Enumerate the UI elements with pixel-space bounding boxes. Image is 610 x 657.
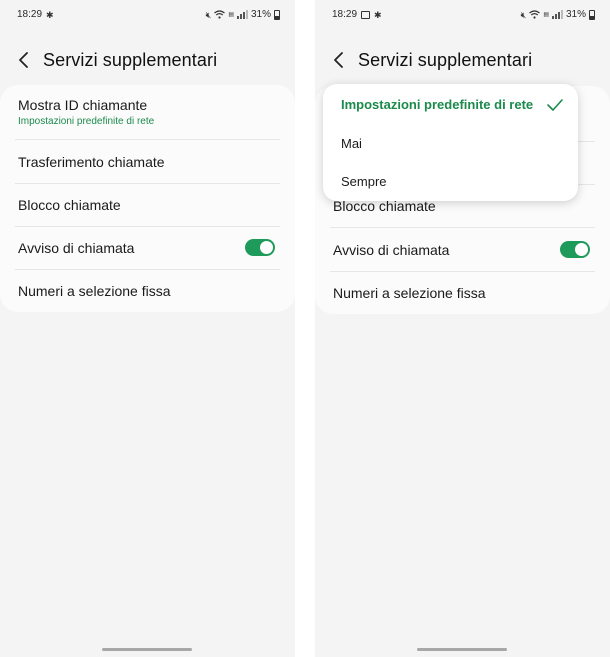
app-bar: Servizi supplementari xyxy=(0,46,295,74)
status-time: 18:29 xyxy=(17,9,43,20)
phone-screen-left: 18:29 ✱ 🔇︎ ▤ 31% Servizi supplementari M… xyxy=(0,0,295,657)
caller-id-dropdown: Impostazioni predefinite di rete Mai Sem… xyxy=(323,84,578,201)
setting-call-forwarding[interactable]: Trasferimento chiamate xyxy=(0,140,295,184)
check-icon xyxy=(547,99,563,111)
wifi-icon xyxy=(529,10,541,19)
mute-icon: 🔇︎ xyxy=(520,9,527,20)
dropdown-option-network-default[interactable]: Impostazioni predefinite di rete xyxy=(341,97,533,112)
status-bar: 18:29 ✱ 🔇︎ ▤ 31% xyxy=(315,8,610,24)
setting-call-waiting[interactable]: Avviso di chiamata xyxy=(315,228,610,271)
battery-percent: 31% xyxy=(250,9,271,20)
toggle-knob xyxy=(260,241,273,254)
volte-icon: ▤ xyxy=(543,11,549,18)
settings-card: Mostra ID chiamante Impostazioni predefi… xyxy=(0,85,295,312)
setting-label: Blocco chiamate xyxy=(18,197,121,213)
page-title: Servizi supplementari xyxy=(358,50,533,70)
setting-value: Impostazioni predefinite di rete xyxy=(18,116,155,127)
setting-caller-id[interactable]: Mostra ID chiamante Impostazioni predefi… xyxy=(0,85,295,140)
setting-call-waiting[interactable]: Avviso di chiamata xyxy=(0,227,295,270)
setting-label: Avviso di chiamata xyxy=(333,242,450,258)
image-icon xyxy=(361,10,371,19)
setting-fixed-dialing[interactable]: Numeri a selezione fissa xyxy=(0,270,295,312)
setting-call-blocking[interactable]: Blocco chiamate xyxy=(0,184,295,227)
setting-fixed-dialing[interactable]: Numeri a selezione fissa xyxy=(315,272,610,314)
chevron-left-icon[interactable] xyxy=(329,50,349,70)
setting-label: Numeri a selezione fissa xyxy=(333,285,486,301)
battery-icon xyxy=(274,9,280,20)
dropdown-option-always[interactable]: Sempre xyxy=(341,174,387,189)
slack-icon: ✱ xyxy=(46,9,54,20)
setting-label: Numeri a selezione fissa xyxy=(18,283,171,299)
page-title: Servizi supplementari xyxy=(43,50,218,70)
home-indicator[interactable] xyxy=(102,648,192,651)
status-bar: 18:29 ✱ 🔇︎ ▤ 31% xyxy=(0,8,295,24)
battery-icon xyxy=(589,9,595,20)
slack-icon: ✱ xyxy=(374,9,382,20)
home-indicator[interactable] xyxy=(417,648,507,651)
app-bar: Servizi supplementari xyxy=(315,46,610,74)
chevron-left-icon[interactable] xyxy=(14,50,34,70)
signal-icon xyxy=(236,10,248,19)
setting-label: Avviso di chiamata xyxy=(18,240,135,256)
call-waiting-toggle[interactable] xyxy=(245,239,275,256)
setting-label: Trasferimento chiamate xyxy=(18,154,165,170)
toggle-knob xyxy=(575,243,588,256)
wifi-icon xyxy=(214,10,226,19)
signal-icon xyxy=(551,10,563,19)
volte-icon: ▤ xyxy=(228,11,234,18)
mute-icon: 🔇︎ xyxy=(205,9,212,20)
phone-screen-right: 18:29 ✱ 🔇︎ ▤ 31% Servizi supplementari B… xyxy=(315,0,610,657)
status-time: 18:29 xyxy=(332,9,358,20)
call-waiting-toggle[interactable] xyxy=(560,241,590,258)
dropdown-option-never[interactable]: Mai xyxy=(341,136,362,151)
setting-label: Mostra ID chiamante xyxy=(18,97,148,113)
battery-percent: 31% xyxy=(565,9,586,20)
